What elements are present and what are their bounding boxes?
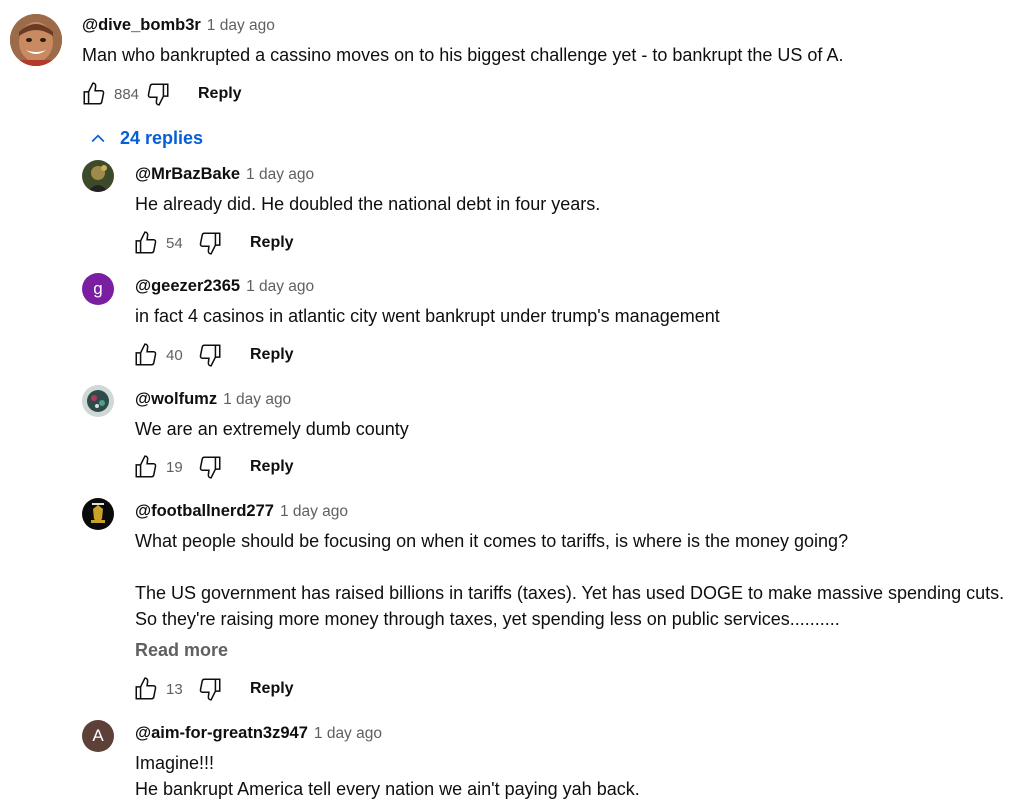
reply-time[interactable]: 1 day ago <box>246 278 314 295</box>
comment-text: Man who bankrupted a cassino moves on to… <box>82 45 844 65</box>
replies-toggle-button[interactable]: 24 replies <box>88 128 203 149</box>
avatar-letter: g <box>93 279 103 298</box>
thumb-down-icon[interactable] <box>144 80 172 108</box>
like-count: 13 <box>166 680 183 698</box>
reply-text-line: What people should be focusing on when i… <box>135 531 849 551</box>
thumb-down-icon[interactable] <box>196 675 224 703</box>
like-count: 19 <box>166 458 183 476</box>
reply-button[interactable]: Reply <box>250 234 294 252</box>
reply-text-line: Imagine!!! <box>135 753 215 773</box>
thumb-up-icon[interactable] <box>132 453 160 481</box>
avatar[interactable] <box>82 160 114 192</box>
reply-time[interactable]: 1 day ago <box>280 503 348 520</box>
avatar[interactable]: A <box>82 720 114 752</box>
thumb-up-icon[interactable] <box>132 229 160 257</box>
reply-text-line: He bankrupt America tell every nation we… <box>135 779 640 799</box>
avatar-image <box>82 498 114 530</box>
avatar[interactable] <box>82 385 114 417</box>
like-count: 40 <box>166 346 183 364</box>
reply-header: @aim-for-greatn3z947 1 day ago <box>135 724 382 743</box>
thumb-down-icon[interactable] <box>196 453 224 481</box>
thumb-down-icon[interactable] <box>196 341 224 369</box>
reply-time[interactable]: 1 day ago <box>246 166 314 183</box>
reply-actions: 54 Reply <box>132 227 294 259</box>
reply-author[interactable]: @wolfumz <box>135 390 217 408</box>
reply-button[interactable]: Reply <box>250 346 294 364</box>
avatar[interactable] <box>82 498 114 530</box>
reply-header: @footballnerd277 1 day ago <box>135 502 348 521</box>
thumb-down-icon[interactable] <box>196 229 224 257</box>
reply-author[interactable]: @footballnerd277 <box>135 502 274 520</box>
reply-button[interactable]: Reply <box>198 85 242 103</box>
reply-text: in fact 4 casinos in atlantic city went … <box>135 306 720 326</box>
comment-header: @dive_bomb3r 1 day ago <box>82 16 275 35</box>
avatar-image <box>82 385 114 417</box>
comment-time[interactable]: 1 day ago <box>207 17 275 34</box>
avatar[interactable]: g <box>82 273 114 305</box>
read-more-button[interactable]: Read more <box>135 640 228 661</box>
avatar-image <box>10 14 62 66</box>
reply-actions: 13 Reply <box>132 673 294 705</box>
reply-author[interactable]: @MrBazBake <box>135 165 240 183</box>
reply-actions: 40 Reply <box>132 339 294 371</box>
reply-header: @geezer2365 1 day ago <box>135 277 314 296</box>
comment-author[interactable]: @dive_bomb3r <box>82 16 201 34</box>
reply-author[interactable]: @geezer2365 <box>135 277 240 295</box>
reply-text: He already did. He doubled the national … <box>135 194 601 214</box>
reply-time[interactable]: 1 day ago <box>223 391 291 408</box>
like-count: 54 <box>166 234 183 252</box>
reply-button[interactable]: Reply <box>250 680 294 698</box>
like-count: 884 <box>114 85 140 103</box>
replies-count-label: 24 replies <box>120 128 204 148</box>
reply-text-line: So they're raising more money through ta… <box>135 609 840 629</box>
reply-button[interactable]: Reply <box>250 458 294 476</box>
reply-author[interactable]: @aim-for-greatn3z947 <box>135 724 308 742</box>
reply-actions: 19 Reply <box>132 451 294 483</box>
reply-header: @MrBazBake 1 day ago <box>135 165 314 184</box>
thumb-up-icon[interactable] <box>132 675 160 703</box>
comment-actions: 884 Reply <box>80 78 242 110</box>
reply-text: We are an extremely dumb county <box>135 419 409 439</box>
avatar[interactable] <box>10 14 62 66</box>
reply-header: @wolfumz 1 day ago <box>135 390 291 409</box>
chevron-up-icon <box>88 129 108 149</box>
reply-time[interactable]: 1 day ago <box>314 725 382 742</box>
avatar-image <box>82 160 114 192</box>
thumb-up-icon[interactable] <box>132 341 160 369</box>
reply-text-line: The US government has raised billions in… <box>135 583 1005 603</box>
avatar-letter: A <box>92 726 104 745</box>
thumb-up-icon[interactable] <box>80 80 108 108</box>
